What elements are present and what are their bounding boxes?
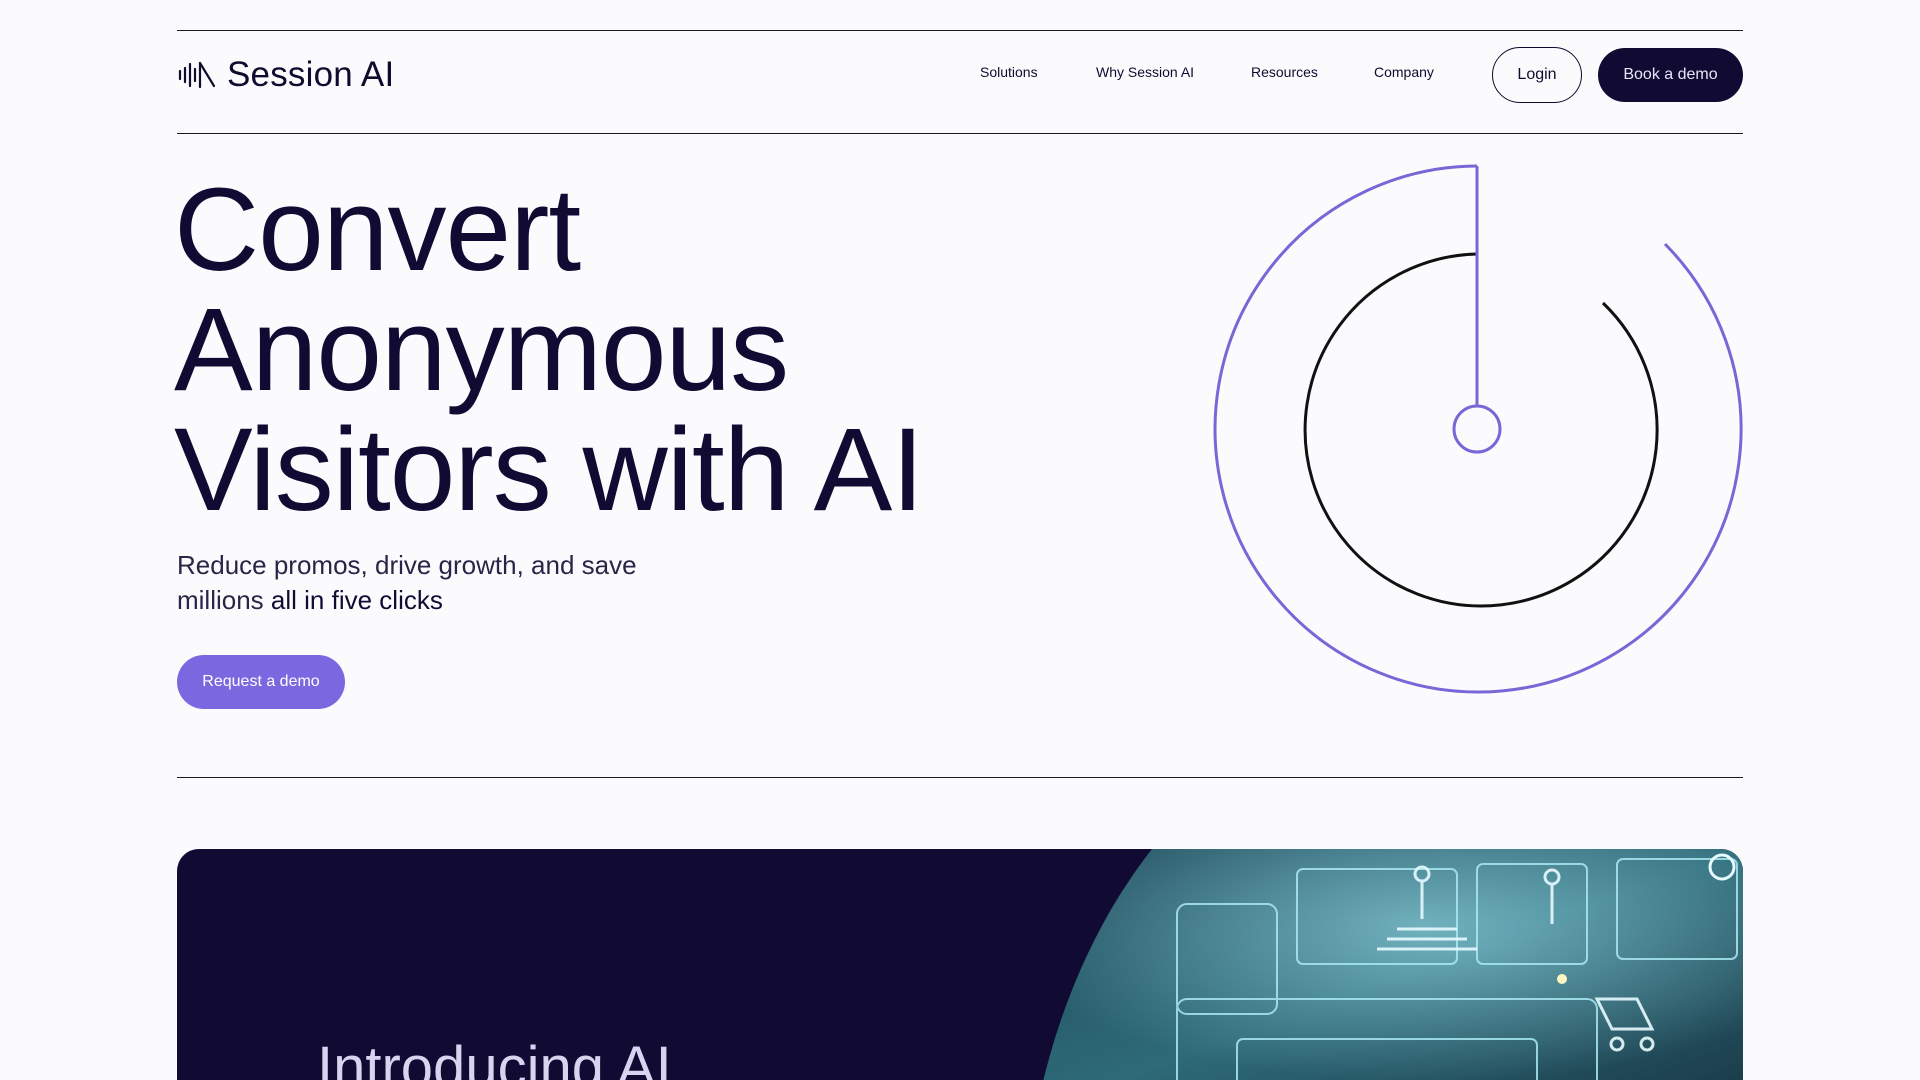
nav-resources[interactable]: Resources [1251, 64, 1318, 80]
header-top-divider [177, 30, 1743, 31]
book-demo-button[interactable]: Book a demo [1598, 48, 1743, 102]
nav-solutions[interactable]: Solutions [980, 64, 1038, 80]
dial-graphic-icon [1213, 164, 1743, 694]
request-demo-button[interactable]: Request a demo [177, 655, 345, 709]
nav-why-session-ai[interactable]: Why Session AI [1096, 64, 1194, 80]
feature-card: Introducing AI [177, 849, 1743, 1080]
soundwave-logo-icon [178, 61, 216, 89]
login-button[interactable]: Login [1492, 47, 1582, 103]
inner-arc [1303, 252, 1659, 608]
hero-subtitle: Reduce promos, drive growth, and save mi… [177, 548, 697, 618]
brand-name: Session AI [227, 55, 395, 94]
hero-title-line-1: Convert [174, 164, 581, 296]
hero-title-line-3: Visitors with AI [174, 404, 924, 536]
dial-center [1452, 404, 1502, 454]
header-bottom-divider [177, 133, 1743, 134]
feature-card-title: Introducing AI [317, 1035, 672, 1080]
hero-subtitle-emphasis: all in five clicks [270, 585, 443, 615]
hero-title-line-2: Anonymous [174, 284, 789, 416]
brand-logo[interactable]: Session AI [177, 53, 394, 97]
hero-title: Convert Anonymous Visitors with AI [174, 170, 1074, 530]
nav-company[interactable]: Company [1374, 64, 1434, 80]
section-divider [177, 777, 1743, 778]
